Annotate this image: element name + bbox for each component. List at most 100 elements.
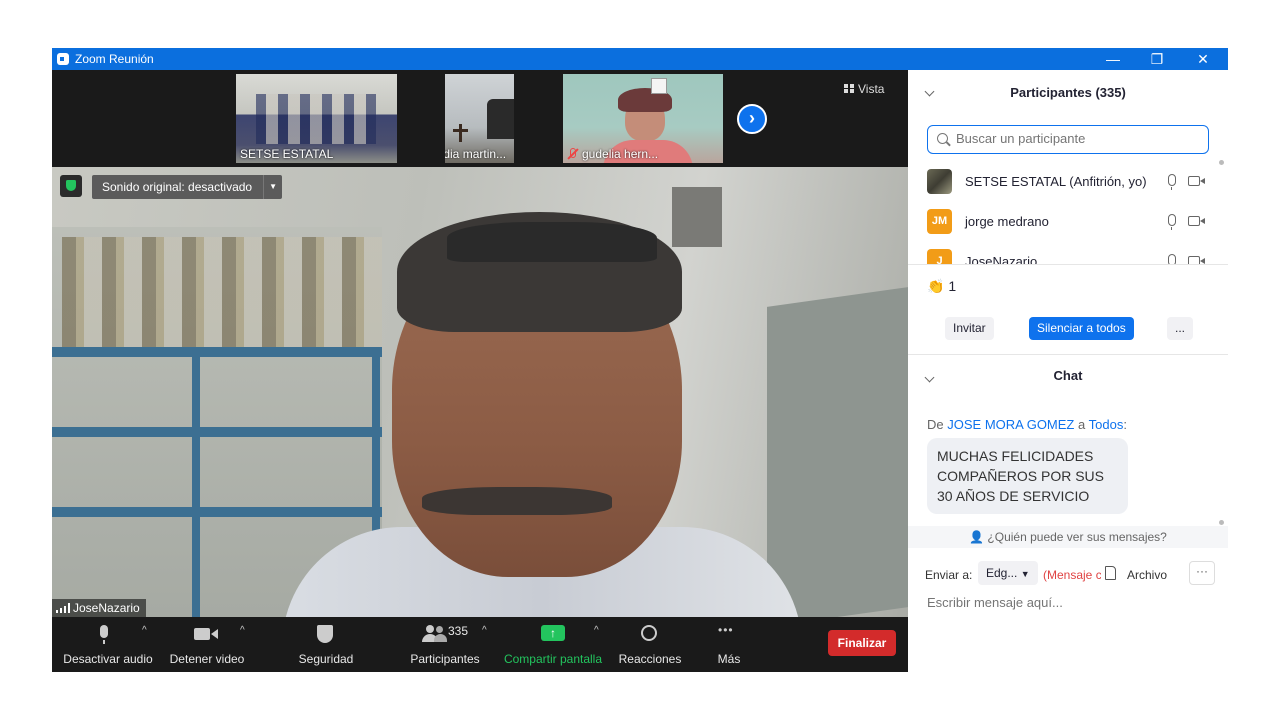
thumbnail-name: gudelia hern...	[582, 147, 659, 161]
send-to-dropdown[interactable]: Edg... ▼	[978, 561, 1038, 585]
participants-count: 335	[448, 624, 469, 638]
divider	[908, 354, 1228, 355]
message-privacy-label: (Mensaje c	[1043, 568, 1101, 582]
participants-scrollbar[interactable]	[1219, 160, 1224, 260]
close-button[interactable]: ✕	[1180, 48, 1226, 70]
shield-icon	[317, 625, 333, 643]
more-dots-icon: •••	[718, 623, 734, 637]
participant-list: SETSE ESTATAL (Anfitrión, yo) JM jorge m…	[908, 162, 1218, 264]
search-icon	[937, 133, 948, 144]
participant-name: SETSE ESTATAL (Anfitrión, yo)	[965, 174, 1147, 189]
reactions-label: Reacciones	[618, 652, 682, 666]
mute-audio-label: Desactivar audio	[63, 652, 153, 666]
reactions-button[interactable]: Reacciones	[610, 617, 690, 672]
chevron-down-icon[interactable]	[924, 86, 935, 97]
zoom-logo-icon	[57, 53, 69, 65]
mute-all-button[interactable]: Silenciar a todos	[1029, 317, 1134, 340]
avatar: J	[927, 249, 952, 264]
file-button[interactable]: Archivo	[1127, 568, 1167, 582]
microphone-icon[interactable]	[1168, 214, 1176, 230]
signal-bars-icon	[56, 603, 70, 613]
minimize-button[interactable]: —	[1090, 48, 1136, 70]
meeting-stage: SETSE ESTATAL Elodia martin... gudelia h…	[52, 70, 908, 672]
participant-search-input[interactable]	[954, 130, 1198, 147]
speaker-name: JoseNazario	[73, 601, 140, 615]
participant-row[interactable]: J JoseNazario	[908, 242, 1218, 264]
video-camera-icon[interactable]	[1188, 176, 1205, 186]
reaction-summary: 👏 1	[927, 278, 956, 295]
chevron-up-icon[interactable]: ^	[482, 625, 487, 636]
window-title: Zoom Reunión	[75, 52, 154, 66]
more-label: Más	[717, 652, 741, 666]
participants-title: Participantes (335)	[1010, 85, 1126, 100]
stop-video-label: Detener video	[169, 652, 245, 666]
thumbnail-name: Elodia martin...	[445, 147, 507, 161]
clap-icon: 👏	[927, 278, 945, 294]
video-thumbnail[interactable]: gudelia hern...	[563, 74, 723, 163]
chat-more-button[interactable]: ···	[1189, 561, 1215, 585]
chat-message-meta: De JOSE MORA GOMEZ a Todos:	[927, 417, 1127, 432]
stop-video-button[interactable]: ^ Detener video	[162, 617, 252, 672]
side-panel: Participantes (335) SETSE ESTATAL (Anfit…	[908, 70, 1228, 672]
participant-name: JoseNazario	[965, 254, 1038, 264]
view-button[interactable]: Vista	[844, 82, 884, 96]
caret-down-icon[interactable]: ▼	[263, 175, 282, 199]
chevron-down-icon[interactable]	[924, 372, 935, 383]
chevron-down-icon: ▼	[1020, 569, 1030, 579]
person-icon: 👤	[969, 530, 985, 544]
view-label: Vista	[858, 82, 885, 96]
thumbnail-name: SETSE ESTATAL	[240, 147, 334, 161]
video-thumbnail[interactable]: Elodia martin...	[445, 74, 514, 163]
title-bar: Zoom Reunión — ❐ ✕	[52, 48, 1228, 70]
more-button[interactable]: ••• Más	[694, 617, 764, 672]
chat-title: Chat	[1053, 368, 1083, 383]
security-button[interactable]: Seguridad	[286, 617, 366, 672]
microphone-icon[interactable]	[1168, 254, 1176, 264]
participants-more-button[interactable]: ...	[1167, 317, 1194, 340]
end-meeting-button[interactable]: Finalizar	[828, 630, 896, 656]
participants-label: Participantes	[410, 652, 480, 666]
security-label: Seguridad	[298, 652, 354, 666]
video-camera-icon[interactable]	[1188, 256, 1205, 264]
video-thumbnail[interactable]: SETSE ESTATAL	[236, 74, 397, 163]
active-speaker-video: Sonido original: desactivado ▼ JoseNazar…	[52, 167, 908, 617]
restore-button[interactable]: ❐	[1134, 48, 1180, 70]
share-screen-icon: ↑	[541, 625, 565, 641]
muted-mic-icon	[567, 148, 578, 159]
participant-row[interactable]: SETSE ESTATAL (Anfitrión, yo)	[908, 162, 1218, 202]
smiley-icon	[641, 625, 657, 641]
share-screen-button[interactable]: ↑ ^ Compartir pantalla	[500, 617, 606, 672]
meeting-toolbar: ^ Desactivar audio ^ Detener video Segur…	[52, 617, 908, 672]
chat-header: Chat	[908, 356, 1228, 396]
participant-name: jorge medrano	[965, 214, 1049, 229]
who-can-see-link[interactable]: 👤 ¿Quién puede ver sus mensajes?	[908, 526, 1228, 548]
chat-sender[interactable]: JOSE MORA GOMEZ	[947, 417, 1074, 432]
participants-button[interactable]: 335 ^ Participantes	[390, 617, 500, 672]
chevron-up-icon[interactable]: ^	[142, 625, 147, 636]
next-page-button[interactable]: ›	[737, 104, 767, 134]
avatar: JM	[927, 209, 952, 234]
invite-button[interactable]: Invitar	[945, 317, 994, 340]
divider	[908, 264, 1228, 265]
chat-message-input[interactable]	[925, 594, 1219, 611]
grid-view-icon	[844, 84, 854, 93]
who-can-see-label: ¿Quién puede ver sus mensajes?	[987, 530, 1167, 544]
original-sound-dropdown[interactable]: Sonido original: desactivado ▼	[92, 175, 283, 199]
chevron-up-icon[interactable]: ^	[594, 625, 599, 636]
reaction-count: 1	[948, 278, 957, 294]
chat-scrollbar[interactable]	[1219, 400, 1224, 525]
mute-audio-button[interactable]: ^ Desactivar audio	[58, 617, 158, 672]
chevron-up-icon[interactable]: ^	[240, 625, 245, 636]
video-camera-icon[interactable]	[1188, 216, 1205, 226]
participants-header: Participantes (335)	[908, 70, 1228, 116]
participant-row[interactable]: JM jorge medrano	[908, 202, 1218, 242]
speaker-name-tag: JoseNazario	[52, 599, 146, 617]
chat-message-bubble: MUCHAS FELICIDADES COMPAÑEROS POR SUS 30…	[927, 438, 1128, 514]
gallery-strip: SETSE ESTATAL Elodia martin... gudelia h…	[52, 70, 908, 166]
file-icon[interactable]	[1105, 566, 1116, 580]
avatar	[927, 169, 952, 194]
chat-recipient: Todos	[1088, 417, 1124, 432]
share-screen-label: Compartir pantalla	[503, 652, 603, 666]
microphone-icon[interactable]	[1168, 174, 1176, 190]
participant-search[interactable]	[927, 125, 1209, 154]
